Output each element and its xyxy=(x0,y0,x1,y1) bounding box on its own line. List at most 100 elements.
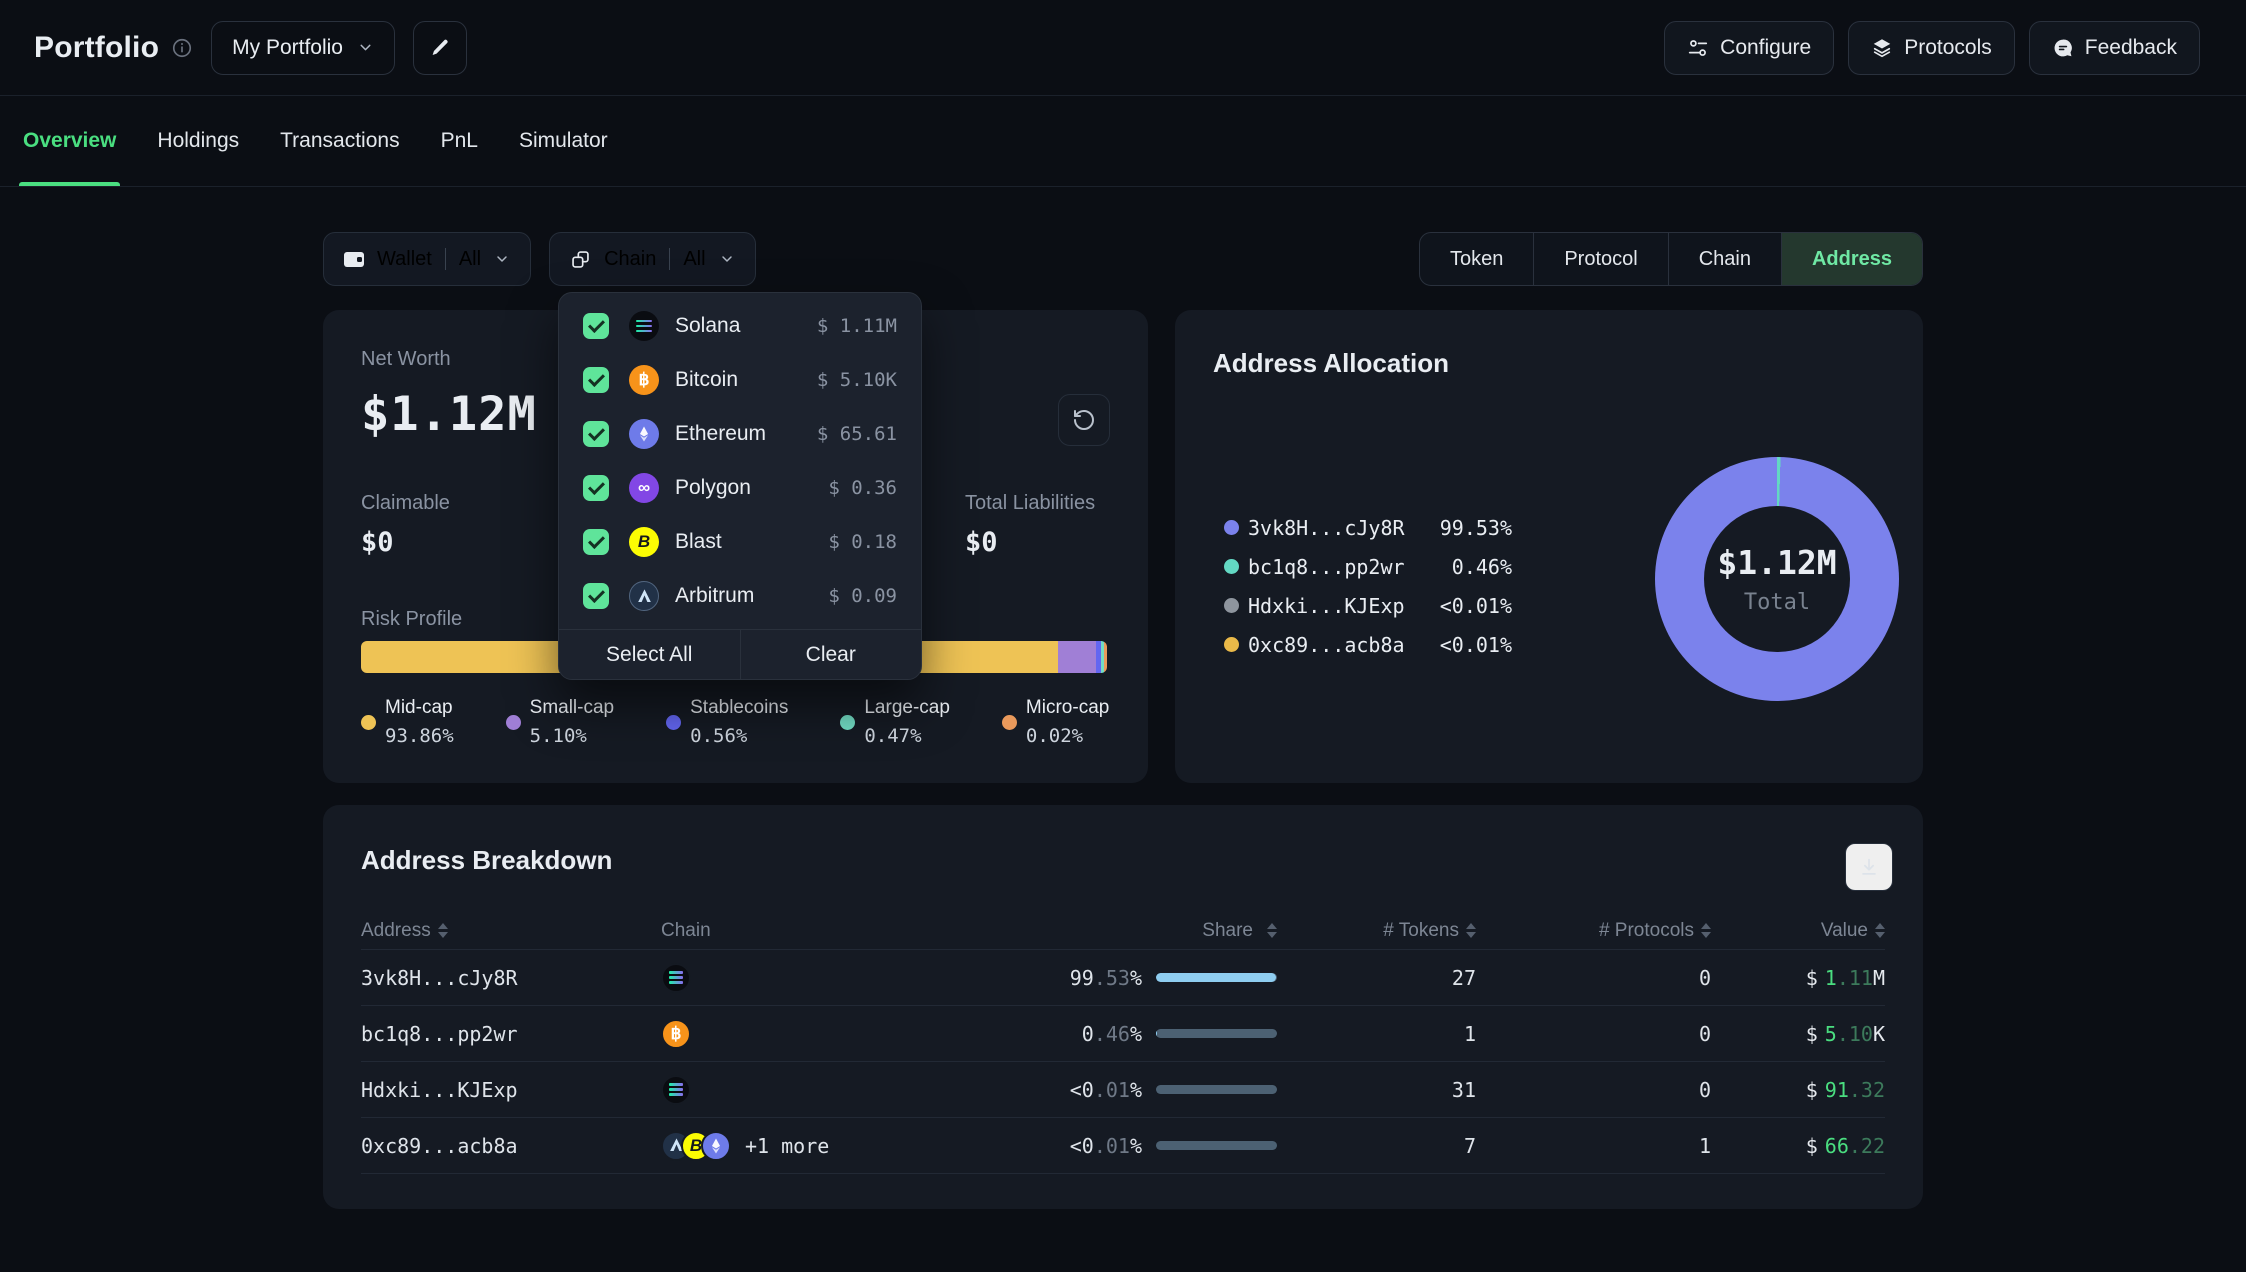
tab-pnl[interactable]: PnL xyxy=(441,96,478,186)
column-header-address[interactable]: Address xyxy=(361,920,661,942)
value-int: 5 xyxy=(1825,1022,1837,1046)
chain-icon-stack xyxy=(661,1075,691,1105)
legend-name: Small-cap xyxy=(530,697,614,719)
table-row[interactable]: 3vk8H...cJy8R99.53%270$1.11M xyxy=(361,950,1885,1006)
tab-simulator[interactable]: Simulator xyxy=(519,96,608,186)
tab-holdings[interactable]: Holdings xyxy=(157,96,239,186)
main-content: Wallet All Chain All TokenProtocolChainA… xyxy=(323,187,1923,1209)
donut-center-value: $1.12M xyxy=(1717,543,1836,582)
chain-option-name: Bitcoin xyxy=(675,368,738,392)
refresh-button[interactable] xyxy=(1058,394,1110,446)
checkbox-checked[interactable] xyxy=(583,313,609,339)
breakdown-title: Address Breakdown xyxy=(361,845,1885,876)
cell-tokens: 31 xyxy=(1277,1078,1476,1102)
chain-option-name: Arbitrum xyxy=(675,584,754,608)
share-text: 99.53% xyxy=(1070,966,1142,990)
checkbox-checked[interactable] xyxy=(583,475,609,501)
legend-pct: 0.02% xyxy=(1026,725,1109,747)
feedback-button[interactable]: Feedback xyxy=(2029,21,2200,75)
chain-option-name: Ethereum xyxy=(675,422,766,446)
value-currency: $ xyxy=(1806,1134,1818,1158)
chain-option-ethereum[interactable]: Ethereum$ 65.61 xyxy=(559,407,921,461)
chain-filter-button[interactable]: Chain All xyxy=(549,232,756,286)
select-all-button[interactable]: Select All xyxy=(559,630,741,679)
wallet-filter-button[interactable]: Wallet All xyxy=(323,232,531,286)
portfolio-selector[interactable]: My Portfolio xyxy=(211,21,395,75)
toggle-address[interactable]: Address xyxy=(1781,233,1922,285)
chain-option-solana[interactable]: Solana$ 1.11M xyxy=(559,299,921,353)
share-int: 99 xyxy=(1070,966,1094,990)
legend-texts: Small-cap5.10% xyxy=(530,697,614,747)
cell-protocols: 0 xyxy=(1476,966,1711,990)
value-currency: $ xyxy=(1806,1022,1818,1046)
clear-button[interactable]: Clear xyxy=(741,630,922,679)
cell-chain xyxy=(661,963,1031,993)
pencil-icon xyxy=(430,37,451,58)
risk-segment-micro-cap xyxy=(1104,641,1107,673)
sort-icon xyxy=(1875,923,1885,938)
tab-overview[interactable]: Overview xyxy=(23,96,116,186)
table-row[interactable]: Hdxki...KJExp<0.01%310$91.32 xyxy=(361,1062,1885,1118)
wallet-filter-label: Wallet xyxy=(377,248,432,271)
chain-option-arbitrum[interactable]: Arbitrum$ 0.09 xyxy=(559,569,921,623)
view-toggle-group: TokenProtocolChainAddress xyxy=(1419,232,1923,286)
allocation-legend: 3vk8H...cJy8R99.53%bc1q8...pp2wr0.46%Hdx… xyxy=(1224,508,1512,664)
page-title: Portfolio xyxy=(34,31,159,65)
feedback-icon xyxy=(2052,37,2074,59)
chain-option-list: Solana$ 1.11M฿Bitcoin$ 5.10KEthereum$ 65… xyxy=(559,299,921,623)
share-bar-fill xyxy=(1156,1029,1157,1038)
cell-value: $66.22 xyxy=(1711,1134,1885,1158)
column-header-protocols[interactable]: # Protocols xyxy=(1476,920,1711,942)
chain-option-bitcoin[interactable]: ฿Bitcoin$ 5.10K xyxy=(559,353,921,407)
legend-pct: 0.56% xyxy=(690,725,788,747)
solana-icon xyxy=(661,963,691,993)
legend-name: Micro-cap xyxy=(1026,697,1109,719)
checkbox-checked[interactable] xyxy=(583,421,609,447)
legend-pct: <0.01% xyxy=(1440,633,1512,657)
legend-address: 3vk8H...cJy8R xyxy=(1248,516,1405,540)
value-dec: .22 xyxy=(1849,1134,1885,1158)
download-button[interactable] xyxy=(1845,843,1893,891)
legend-dot xyxy=(361,715,376,730)
risk-legend-item: Small-cap5.10% xyxy=(506,697,614,747)
allocation-donut-chart: $1.12M Total xyxy=(1655,457,1899,701)
value-suffix: K xyxy=(1873,1022,1885,1046)
feedback-label: Feedback xyxy=(2085,36,2177,60)
column-header-value[interactable]: Value xyxy=(1711,920,1885,942)
column-label: Address xyxy=(361,920,431,942)
column-header-share[interactable]: Share xyxy=(1031,920,1277,942)
legend-dot xyxy=(840,715,855,730)
chain-option-blast[interactable]: BBlast$ 0.18 xyxy=(559,515,921,569)
table-row[interactable]: bc1q8...pp2wr฿0.46%10$5.10K xyxy=(361,1006,1885,1062)
cell-address: 0xc89...acb8a xyxy=(361,1134,661,1158)
legend-pct: <0.01% xyxy=(1440,594,1512,618)
chain-option-polygon[interactable]: ∞Polygon$ 0.36 xyxy=(559,461,921,515)
table-body: 3vk8H...cJy8R99.53%270$1.11Mbc1q8...pp2w… xyxy=(361,950,1885,1174)
risk-legend-item: Stablecoins0.56% xyxy=(666,697,788,747)
refresh-icon xyxy=(1072,408,1096,432)
column-label: Share xyxy=(1202,920,1253,942)
checkbox-checked[interactable] xyxy=(583,367,609,393)
liabilities-label: Total Liabilities xyxy=(965,492,1095,515)
table-row[interactable]: 0xc89...acb8aB+1 more<0.01%71$66.22 xyxy=(361,1118,1885,1174)
toggle-chain[interactable]: Chain xyxy=(1668,233,1781,285)
share-text: 0.46% xyxy=(1082,1022,1142,1046)
tab-transactions[interactable]: Transactions xyxy=(280,96,399,186)
layers-icon xyxy=(1871,37,1893,59)
checkbox-checked[interactable] xyxy=(583,583,609,609)
toggle-protocol[interactable]: Protocol xyxy=(1533,233,1667,285)
configure-button[interactable]: Configure xyxy=(1664,21,1834,75)
blast-icon: B xyxy=(629,527,659,557)
cell-protocols: 1 xyxy=(1476,1134,1711,1158)
legend-pct: 0.47% xyxy=(864,725,950,747)
cell-share: 99.53% xyxy=(1031,966,1277,990)
toggle-token[interactable]: Token xyxy=(1420,233,1533,285)
checkbox-checked[interactable] xyxy=(583,529,609,555)
chain-option-value: $ 0.18 xyxy=(828,531,897,553)
share-sign: % xyxy=(1130,1078,1142,1102)
cell-chain xyxy=(661,1075,1031,1105)
edit-portfolio-button[interactable] xyxy=(413,21,467,75)
column-header-tokens[interactable]: # Tokens xyxy=(1277,920,1476,942)
value-int: 1 xyxy=(1825,966,1837,990)
protocols-button[interactable]: Protocols xyxy=(1848,21,2015,75)
